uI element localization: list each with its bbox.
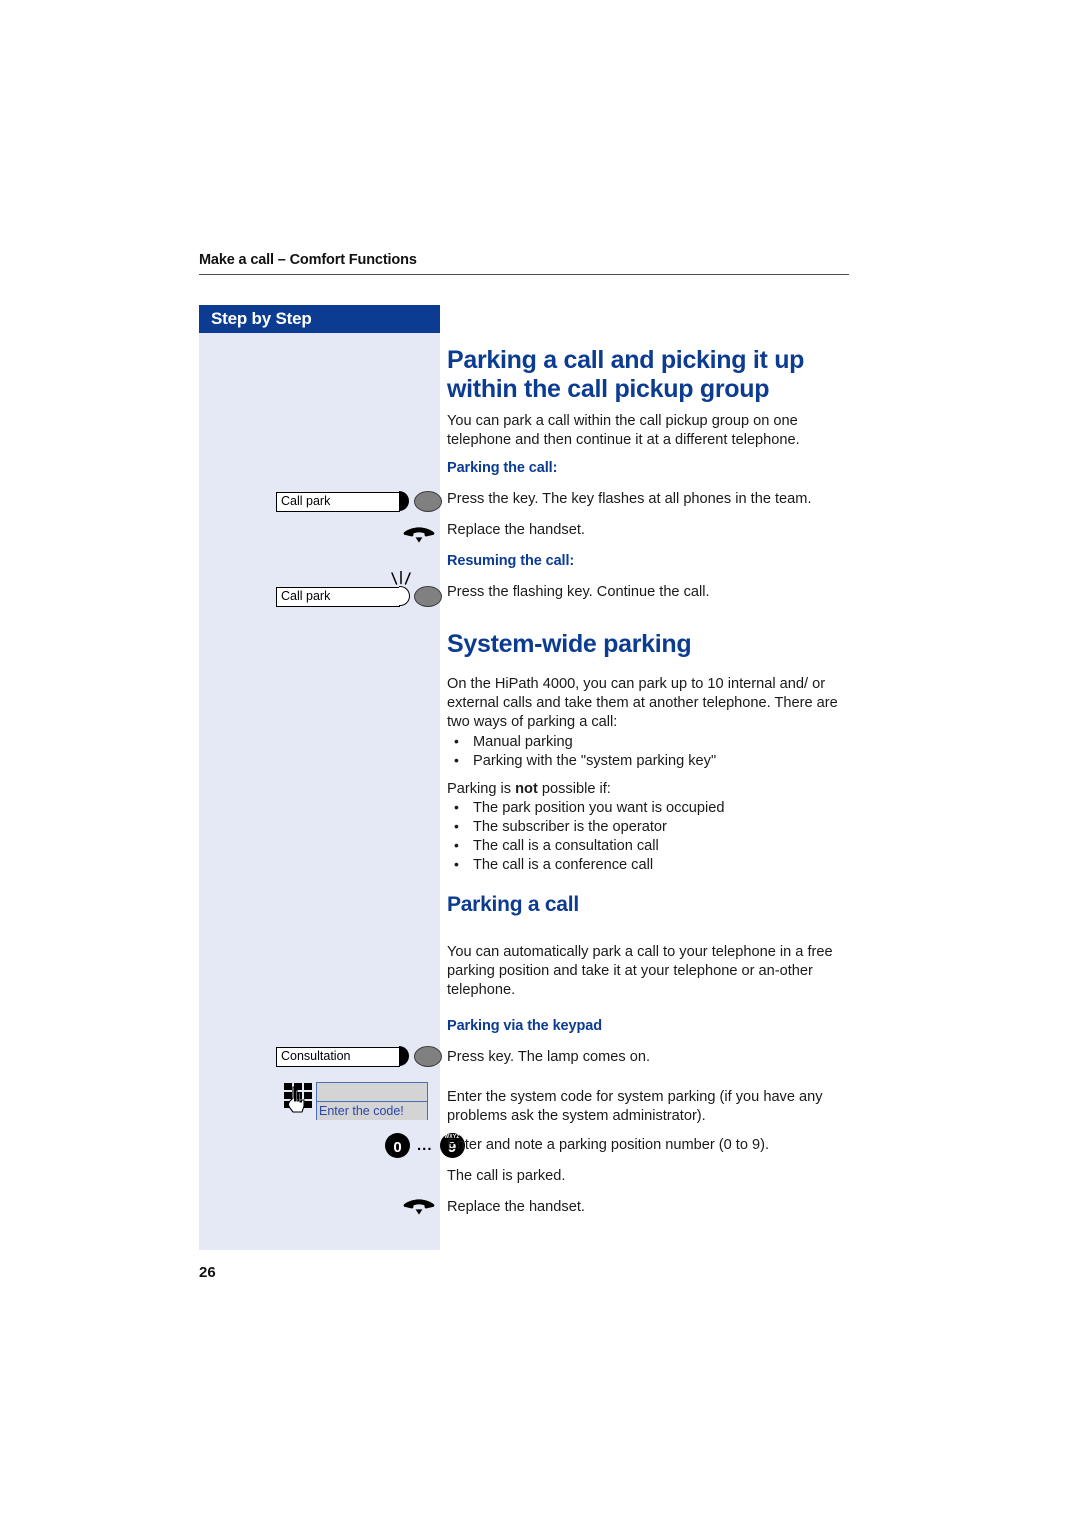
handset-onhook-icon bbox=[402, 527, 436, 545]
digit-range-separator: ... bbox=[417, 1137, 433, 1154]
handset-onhook-icon bbox=[402, 1199, 436, 1217]
key-label-text: Call park bbox=[281, 589, 331, 604]
step-press-flashing-key: Press the flashing key. Continue the cal… bbox=[447, 584, 710, 600]
subheading-resuming-the-call: Resuming the call: bbox=[447, 553, 575, 569]
para2-emphasis: not bbox=[515, 781, 538, 797]
bullet-icon: • bbox=[454, 752, 459, 768]
step-by-step-label: Step by Step bbox=[211, 309, 312, 328]
key-button-icon[interactable] bbox=[414, 586, 442, 607]
section1-intro-paragraph: You can park a call within the call pick… bbox=[447, 413, 800, 449]
para2-suffix: possible if: bbox=[537, 781, 611, 797]
digit-key-0-label: 0 bbox=[393, 1139, 402, 1156]
function-key-consultation[interactable]: Consultation bbox=[276, 1046, 442, 1067]
key-label-box: Call park bbox=[276, 570, 411, 607]
list-item: • The call is a conference call bbox=[447, 856, 878, 875]
list-item-label: Parking with the "system parking key" bbox=[473, 753, 717, 769]
key-label-box: Consultation bbox=[276, 1046, 409, 1067]
key-label-text: Consultation bbox=[281, 1049, 351, 1064]
manual-page: Make a call – Comfort Functions Step by … bbox=[0, 0, 1080, 1528]
header-rule bbox=[199, 274, 849, 275]
section2-paragraph-2: Parking is not possible if: bbox=[447, 780, 852, 799]
list-item-label: The call is a consultation call bbox=[473, 838, 659, 854]
list-item: • The subscriber is the operator bbox=[447, 818, 878, 837]
key-label-box: Call park bbox=[276, 491, 409, 512]
display-line-1 bbox=[317, 1083, 427, 1102]
keypad-hand-icon bbox=[282, 1081, 316, 1115]
step-press-key-lamp-on: Press key. The lamp comes on. bbox=[447, 1049, 651, 1065]
para2-prefix: Parking is bbox=[447, 781, 516, 797]
key-led-on-icon bbox=[399, 491, 409, 512]
section-heading-parking-a-call: Parking a call bbox=[447, 893, 579, 916]
list-item: • Manual parking bbox=[447, 733, 878, 752]
list-item: • Parking with the "system parking key" bbox=[447, 752, 878, 771]
step-by-step-sidebar: Step by Step Call park Call park Consult… bbox=[199, 305, 465, 1250]
step-enter-parking-position: Enter and note a parking position number… bbox=[447, 1137, 770, 1153]
step-by-step-banner: Step by Step bbox=[199, 305, 440, 333]
step-replace-handset-1: Replace the handset. bbox=[447, 522, 585, 538]
step-call-is-parked: The call is parked. bbox=[447, 1168, 566, 1184]
list-item-label: The park position you want is occupied bbox=[473, 800, 725, 816]
list-item: • The call is a consultation call bbox=[447, 837, 878, 856]
function-key-call-park-1[interactable]: Call park bbox=[276, 491, 442, 512]
step-replace-handset-2: Replace the handset. bbox=[447, 1199, 585, 1215]
bullet-icon: • bbox=[454, 818, 459, 834]
phone-display: Enter the code! bbox=[316, 1082, 428, 1120]
key-label-text: Call park bbox=[281, 494, 331, 509]
subheading-parking-via-keypad: Parking via the keypad bbox=[447, 1018, 602, 1034]
key-flash-lines-icon bbox=[389, 570, 415, 589]
key-led-on-icon bbox=[399, 1046, 409, 1067]
bullet-icon: • bbox=[454, 837, 459, 853]
step-press-the-key: Press the key. The key flashes at all ph… bbox=[447, 491, 812, 507]
running-head-text: Make a call – Comfort Functions bbox=[199, 252, 417, 268]
section-heading-parking-pickup-group: Parking a call and picking it up within … bbox=[447, 346, 805, 403]
list-item: • The park position you want is occupied bbox=[447, 799, 878, 818]
page-number: 26 bbox=[199, 1264, 216, 1281]
running-header: Make a call – Comfort Functions bbox=[199, 252, 849, 275]
bullet-icon: • bbox=[454, 799, 459, 815]
step-enter-system-code: Enter the system code for system parking… bbox=[447, 1089, 823, 1125]
subheading-parking-the-call: Parking the call: bbox=[447, 460, 558, 476]
bullet-icon: • bbox=[454, 733, 459, 749]
list-item-label: The subscriber is the operator bbox=[473, 819, 667, 835]
digit-key-0[interactable]: 0 bbox=[385, 1133, 410, 1158]
key-button-icon[interactable] bbox=[414, 1046, 442, 1067]
section-heading-system-wide-parking: System-wide parking bbox=[447, 630, 692, 658]
key-button-icon[interactable] bbox=[414, 491, 442, 512]
section3-paragraph-1: You can automatically park a call to you… bbox=[447, 944, 833, 999]
function-key-call-park-flashing[interactable]: Call park bbox=[276, 570, 442, 607]
list-item-label: The call is a conference call bbox=[473, 857, 654, 873]
bullet-icon: • bbox=[454, 856, 459, 872]
section2-paragraph-1: On the HiPath 4000, you can park up to 1… bbox=[447, 676, 838, 731]
key-led-flashing-icon bbox=[399, 586, 410, 607]
display-line-2: Enter the code! bbox=[317, 1102, 427, 1120]
list-item-label: Manual parking bbox=[473, 734, 573, 750]
